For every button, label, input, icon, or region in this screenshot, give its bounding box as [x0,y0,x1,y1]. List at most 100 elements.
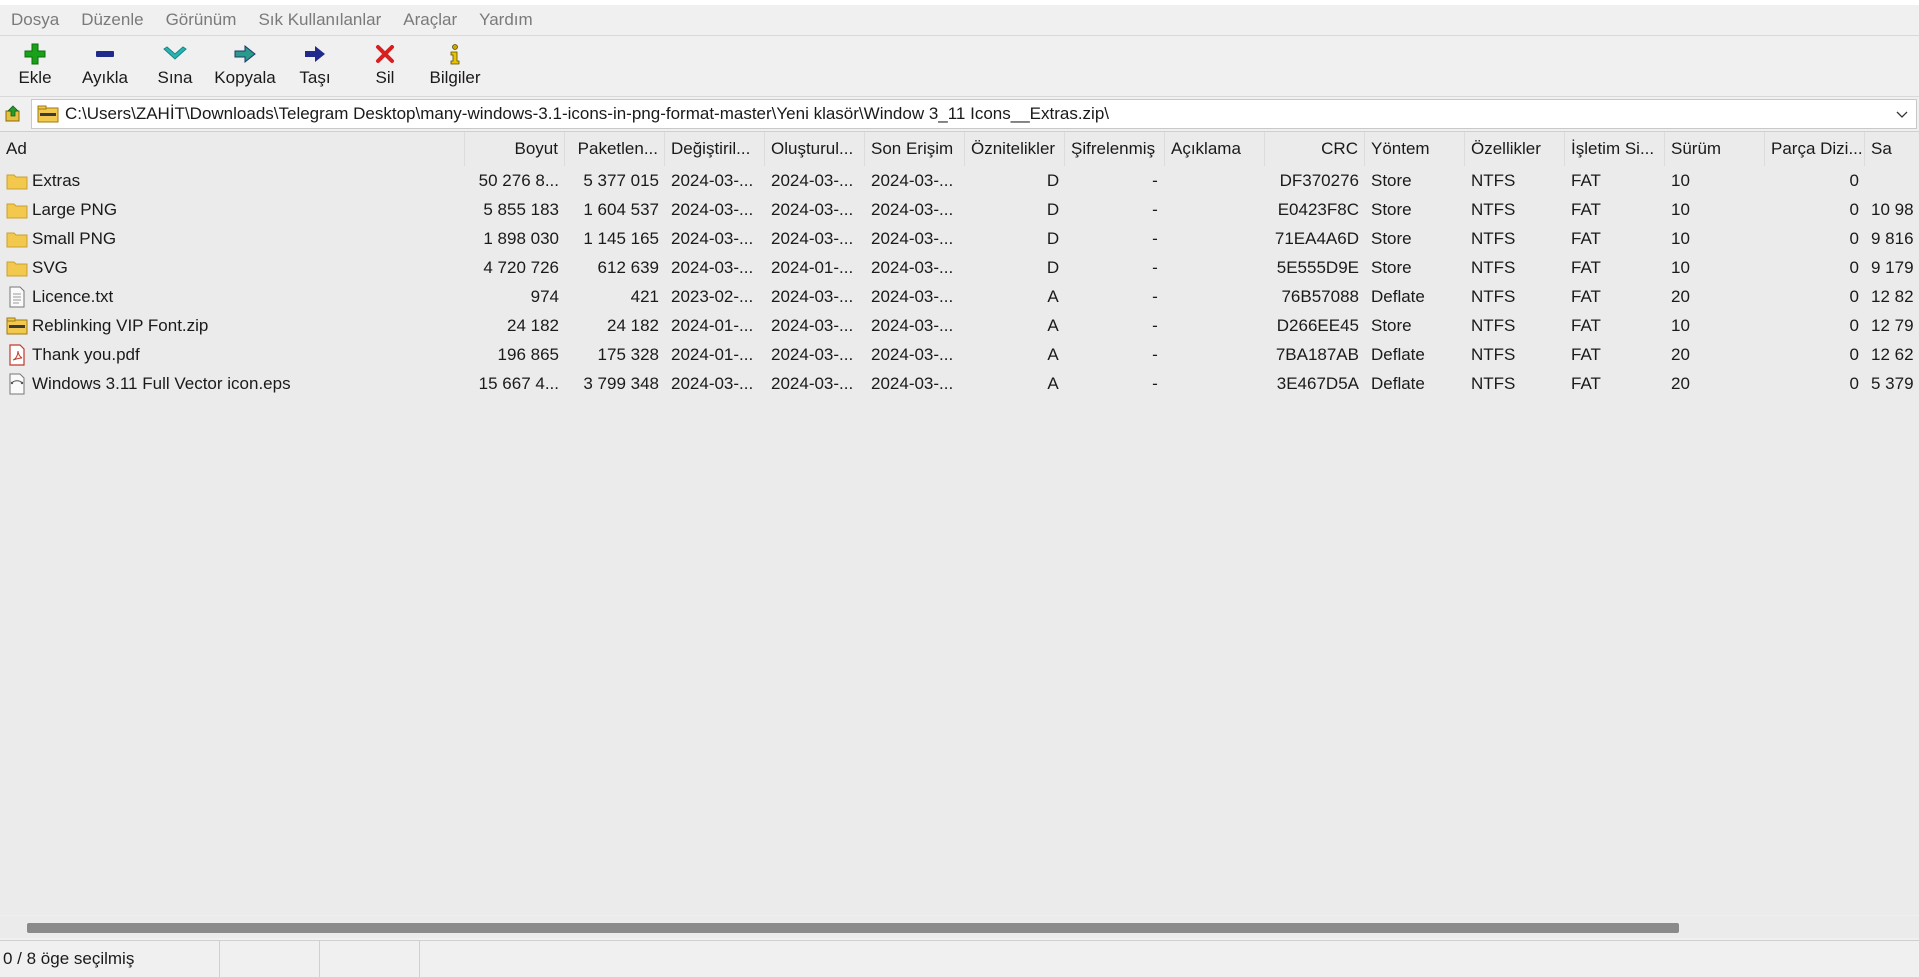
offset-cell: 10 98 [1871,200,1914,219]
table-row[interactable]: Thank you.pdf 196 865 175 328 2024-01-..… [0,340,1919,369]
packed-cell: 5 377 015 [583,171,659,190]
column-header-characteristics[interactable]: Özellikler [1465,132,1565,166]
info-label: Bilgiler [429,68,481,87]
menu-favorites[interactable]: Sık Kullanılanlar [247,10,392,30]
offset-cell: 5 379 [1871,374,1914,393]
size-cell: 24 182 [507,316,559,335]
volume-cell: 0 [1849,287,1859,306]
column-header-version[interactable]: Sürüm [1665,132,1765,166]
version-cell: 20 [1671,374,1690,393]
created-cell: 2024-03-... [771,345,854,364]
packed-cell: 3 799 348 [583,374,659,393]
table-row[interactable]: Windows 3.11 Full Vector icon.eps 15 667… [0,369,1919,398]
packed-cell: 612 639 [597,258,659,277]
host-os-cell: FAT [1571,316,1601,335]
column-header-volume-index[interactable]: Parça Dizi... [1765,132,1865,166]
column-header-size[interactable]: Boyut [465,132,565,166]
characteristics-cell: NTFS [1471,258,1516,277]
move-button[interactable]: Taşı [280,36,350,96]
accessed-cell: 2024-03-... [871,171,954,190]
info-button[interactable]: Bilgiler [420,36,490,96]
attributes-cell: D [1046,171,1060,190]
text-file-icon [6,286,28,308]
column-header-host-os[interactable]: İşletim Si... [1565,132,1665,166]
host-os-cell: FAT [1571,345,1601,364]
horizontal-scrollbar[interactable] [0,916,1919,938]
modified-cell: 2024-03-... [671,374,754,393]
size-cell: 4 720 726 [483,258,559,277]
offset-cell: 12 62 [1871,345,1914,364]
toolbar: Ekle Ayıkla Sına Kopyala Taşı Sil Bilgil… [0,36,1919,97]
crc-cell: D266EE45 [1276,316,1359,335]
created-cell: 2024-03-... [771,200,854,219]
file-name: Large PNG [32,200,118,219]
accessed-cell: 2024-03-... [871,316,954,335]
comment-cell [1165,224,1265,253]
comment-cell [1165,369,1265,398]
scrollbar-thumb[interactable] [27,923,1679,933]
column-header-created[interactable]: Oluşturul... [765,132,865,166]
size-cell: 50 276 8... [478,171,559,190]
table-row[interactable]: Large PNG 5 855 183 1 604 537 2024-03-..… [0,195,1919,224]
offset-cell: 12 82 [1871,287,1914,306]
column-header-modified[interactable]: Değiştiril... [665,132,765,166]
size-cell: 15 667 4... [478,374,559,393]
folder-icon [6,257,28,279]
size-cell: 1 898 030 [483,229,559,248]
column-header-accessed[interactable]: Son Erişim [865,132,965,166]
file-name: Reblinking VIP Font.zip [32,316,209,335]
column-header-encrypted[interactable]: Şifrelenmiş [1065,132,1165,166]
modified-cell: 2024-03-... [671,258,754,277]
copy-button[interactable]: Kopyala [210,36,280,96]
list-header: Ad Boyut Paketlen... Değiştiril... Oluşt… [0,132,1919,166]
method-cell: Store [1371,200,1412,219]
attributes-cell: A [1047,287,1059,306]
menu-help[interactable]: Yardım [468,10,544,30]
column-header-name[interactable]: Ad [0,132,465,166]
table-row[interactable]: SVG 4 720 726 612 639 2024-03-... 2024-0… [0,253,1919,282]
menu-file[interactable]: Dosya [0,10,70,30]
packed-cell: 1 604 537 [583,200,659,219]
crc-cell: 7BA187AB [1275,345,1359,364]
host-os-cell: FAT [1571,374,1601,393]
name-cell: Extras [0,166,465,195]
selection-status: 0 / 8 öge seçilmiş [0,941,220,977]
address-field[interactable]: C:\Users\ZAHİT\Downloads\Telegram Deskto… [31,99,1917,129]
column-header-comment[interactable]: Açıklama [1165,132,1265,166]
extract-label: Ayıkla [82,68,128,87]
attributes-cell: D [1046,200,1060,219]
name-cell: Small PNG [0,224,465,253]
column-header-crc[interactable]: CRC [1265,132,1365,166]
menu-tools[interactable]: Araçlar [392,10,468,30]
folder-icon [6,170,28,192]
menu-edit[interactable]: Düzenle [70,10,154,30]
pdf-file-icon [6,343,28,366]
table-row[interactable]: Extras 50 276 8... 5 377 015 2024-03-...… [0,166,1919,195]
volume-cell: 0 [1849,200,1859,219]
up-folder-button[interactable] [0,97,26,131]
volume-cell: 0 [1849,316,1859,335]
menu-view[interactable]: Görünüm [155,10,248,30]
plus-icon [24,40,46,68]
file-name: Licence.txt [32,287,114,306]
add-button[interactable]: Ekle [0,36,70,96]
table-row[interactable]: Reblinking VIP Font.zip 24 182 24 182 20… [0,311,1919,340]
version-cell: 20 [1671,287,1690,306]
copy-label: Kopyala [214,68,276,87]
delete-button[interactable]: Sil [350,36,420,96]
column-header-attributes[interactable]: Öznitelikler [965,132,1065,166]
table-row[interactable]: Small PNG 1 898 030 1 145 165 2024-03-..… [0,224,1919,253]
chevron-down-icon[interactable] [1894,106,1910,127]
up-folder-icon [5,105,20,122]
table-row[interactable]: Licence.txt 974 421 2023-02-... 2024-03-… [0,282,1919,311]
column-header-offset[interactable]: Sa [1865,132,1919,166]
column-header-packed[interactable]: Paketlen... [565,132,665,166]
crc-cell: 76B57088 [1281,287,1359,306]
test-button[interactable]: Sına [140,36,210,96]
test-label: Sına [157,68,193,87]
size-cell: 974 [530,287,559,306]
size-cell: 196 865 [497,345,559,364]
modified-cell: 2024-03-... [671,200,754,219]
column-header-method[interactable]: Yöntem [1365,132,1465,166]
extract-button[interactable]: Ayıkla [70,36,140,96]
